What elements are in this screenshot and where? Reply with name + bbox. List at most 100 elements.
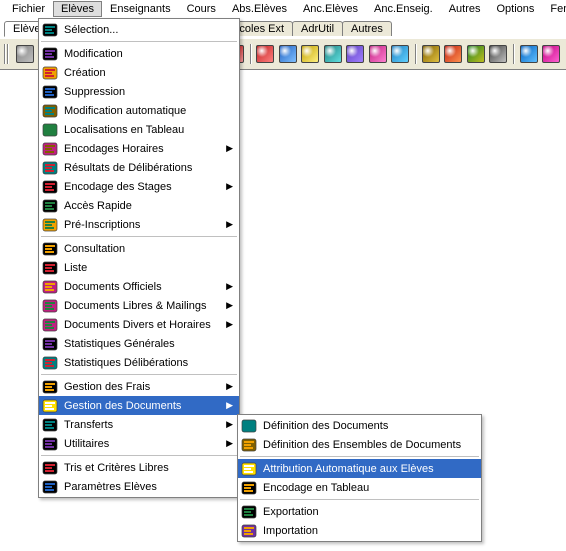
menu-cours[interactable]: Cours bbox=[179, 1, 224, 17]
toolbar-transfer-button[interactable] bbox=[465, 43, 486, 65]
menu-item-acc-s-rapide[interactable]: Accès Rapide bbox=[39, 196, 239, 215]
menu-fichier[interactable]: Fichier bbox=[4, 1, 53, 17]
menu-item-label: Tris et Critères Libres bbox=[64, 462, 233, 474]
official-docs-icon bbox=[42, 279, 58, 295]
stats-general-icon bbox=[42, 336, 58, 352]
submenu-arrow-icon: ▶ bbox=[226, 400, 233, 411]
menu-item-param-tres-el-ves[interactable]: Paramètres Elèves bbox=[39, 477, 239, 496]
menu-item-label: Encodages Horaires bbox=[64, 143, 220, 155]
menu-item-s-lection[interactable]: Sélection... bbox=[39, 20, 239, 39]
menu-separator bbox=[240, 499, 479, 500]
menu-item-label: Consultation bbox=[64, 243, 233, 255]
menu-item-documents-officiels[interactable]: Documents Officiels▶ bbox=[39, 277, 239, 296]
menu-enseignants[interactable]: Enseignants bbox=[102, 1, 179, 17]
menu-item-modification[interactable]: Modification bbox=[39, 44, 239, 63]
menu-item-consultation[interactable]: Consultation bbox=[39, 239, 239, 258]
menu-item-label: Définition des Ensembles de Documents bbox=[263, 439, 475, 451]
menu-item-utilitaires[interactable]: Utilitaires▶ bbox=[39, 434, 239, 453]
menu-item-label: Gestion des Documents bbox=[64, 400, 220, 412]
sort-icon bbox=[42, 460, 58, 476]
toolbar-free-button[interactable] bbox=[322, 43, 343, 65]
menu-options[interactable]: Options bbox=[489, 1, 543, 17]
menu-elves[interactable]: Elèves bbox=[53, 1, 102, 17]
menu-item-liste[interactable]: Liste bbox=[39, 258, 239, 277]
tab-adrutil[interactable]: AdrUtil bbox=[292, 21, 343, 36]
menu-item-suppression[interactable]: Suppression bbox=[39, 82, 239, 101]
menu-label: Cours bbox=[187, 3, 216, 15]
menu-item-label: Encodage en Tableau bbox=[263, 482, 475, 494]
menu-item-label: Création bbox=[64, 67, 233, 79]
transfer-icon bbox=[467, 45, 485, 63]
menu-item-label: Documents Divers et Horaires bbox=[64, 319, 220, 331]
menu-item-gestion-des-frais[interactable]: Gestion des Frais▶ bbox=[39, 377, 239, 396]
menu-item-exportation[interactable]: Exportation bbox=[238, 502, 481, 521]
toolbar-filter-button[interactable] bbox=[14, 43, 35, 65]
menu-item-r-sultats-de-d-lib-rations[interactable]: Résultats de Délibérations bbox=[39, 158, 239, 177]
toolbar-util-button[interactable] bbox=[488, 43, 509, 65]
menu-item-encodages-horaires[interactable]: Encodages Horaires▶ bbox=[39, 139, 239, 158]
menu-item-label: Encodage des Stages bbox=[64, 181, 220, 193]
menu-autres[interactable]: Autres bbox=[441, 1, 489, 17]
menu-item-statistiques-g-n-rales[interactable]: Statistiques Générales bbox=[39, 334, 239, 353]
menu-ancenseig[interactable]: Anc.Enseig. bbox=[366, 1, 441, 17]
auto-edit-icon bbox=[42, 103, 58, 119]
toolbar-doc-button[interactable] bbox=[300, 43, 321, 65]
menu-abselves[interactable]: Abs.Elèves bbox=[224, 1, 295, 17]
toolbar-handle[interactable] bbox=[4, 44, 10, 64]
toolbar-list-button[interactable] bbox=[277, 43, 298, 65]
menu-label: Autres bbox=[449, 3, 481, 15]
menu-separator bbox=[41, 374, 237, 375]
menu-item-tris-et-crit-res-libres[interactable]: Tris et Critères Libres bbox=[39, 458, 239, 477]
menu-label: Enseignants bbox=[110, 3, 171, 15]
menu-item-pr-inscriptions[interactable]: Pré-Inscriptions▶ bbox=[39, 215, 239, 234]
menu-item-transferts[interactable]: Transferts▶ bbox=[39, 415, 239, 434]
menu-item-localisations-en-tableau[interactable]: Localisations en Tableau bbox=[39, 120, 239, 139]
menu-item-d-finition-des-ensembles-de-documents[interactable]: Définition des Ensembles de Documents bbox=[238, 435, 481, 454]
import-icon bbox=[241, 523, 257, 539]
toolbar-pie-button[interactable] bbox=[367, 43, 388, 65]
misc-icon bbox=[346, 45, 364, 63]
menu-item-documents-libres-mailings[interactable]: Documents Libres & Mailings▶ bbox=[39, 296, 239, 315]
toolbar-view-button[interactable] bbox=[255, 43, 276, 65]
gestion-documents-submenu: Définition des Documents Définition des … bbox=[237, 414, 482, 542]
new-record-icon bbox=[42, 65, 58, 81]
toolbar-misc-button[interactable] bbox=[345, 43, 366, 65]
stats-delib-icon bbox=[42, 355, 58, 371]
toolbar-separator bbox=[513, 44, 514, 64]
toolbar-chart-button[interactable] bbox=[390, 43, 411, 65]
filter-icon bbox=[16, 45, 34, 63]
menu-item-documents-divers-et-horaires[interactable]: Documents Divers et Horaires▶ bbox=[39, 315, 239, 334]
tab-label: Autres bbox=[351, 23, 383, 35]
menu-item-encodage-en-tableau[interactable]: Encodage en Tableau bbox=[238, 478, 481, 497]
submenu-arrow-icon: ▶ bbox=[226, 181, 233, 192]
menu-item-modification-automatique[interactable]: Modification automatique bbox=[39, 101, 239, 120]
tab-autres[interactable]: Autres bbox=[342, 21, 392, 36]
free-docs-icon bbox=[42, 298, 58, 314]
menu-item-label: Utilitaires bbox=[64, 438, 220, 450]
menu-label: Fichier bbox=[12, 3, 45, 15]
menu-item-gestion-des-documents[interactable]: Gestion des Documents ▶ bbox=[39, 396, 239, 415]
menu-separator bbox=[41, 236, 237, 237]
pie-icon bbox=[369, 45, 387, 63]
menu-item-cr-ation[interactable]: Création bbox=[39, 63, 239, 82]
fees-icon bbox=[42, 379, 58, 395]
toolbar-cfg-button[interactable] bbox=[540, 43, 561, 65]
schedule-icon bbox=[42, 141, 58, 157]
menu-item-label: Transferts bbox=[64, 419, 220, 431]
toolbar-fees-button[interactable] bbox=[420, 43, 441, 65]
export-icon bbox=[241, 504, 257, 520]
menu-item-label: Statistiques Générales bbox=[64, 338, 233, 350]
menu-separator bbox=[41, 41, 237, 42]
results-icon bbox=[42, 160, 58, 176]
menu-item-importation[interactable]: Importation bbox=[238, 521, 481, 540]
toolbar-sort-button[interactable] bbox=[518, 43, 539, 65]
menu-item-d-finition-des-documents[interactable]: Définition des Documents bbox=[238, 416, 481, 435]
menu-item-encodage-des-stages[interactable]: Encodage des Stages ▶ bbox=[39, 177, 239, 196]
menu-item-label: Gestion des Frais bbox=[64, 381, 220, 393]
menu-ancelves[interactable]: Anc.Elèves bbox=[295, 1, 366, 17]
toolbar-docs-button[interactable] bbox=[443, 43, 464, 65]
menu-item-attribution-automatique-aux-el-ves[interactable]: Attribution Automatique aux Elèves bbox=[238, 459, 481, 478]
menu-item-statistiques-d-lib-rations[interactable]: Statistiques Délibérations bbox=[39, 353, 239, 372]
menu-fentre[interactable]: Fenêtre bbox=[542, 1, 566, 17]
internship-icon bbox=[42, 179, 58, 195]
